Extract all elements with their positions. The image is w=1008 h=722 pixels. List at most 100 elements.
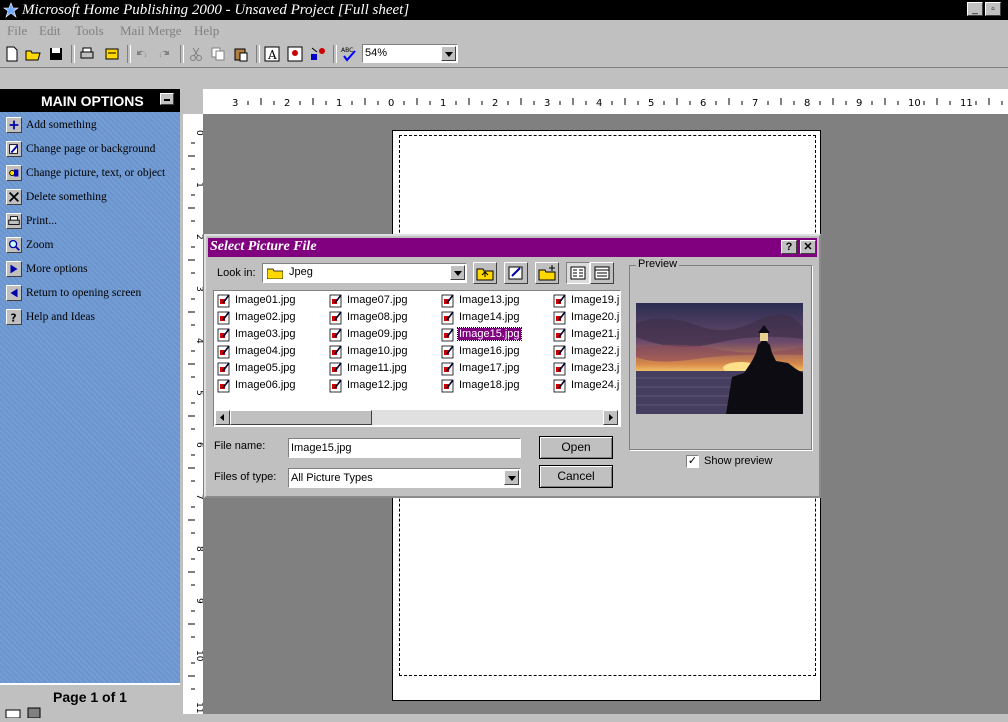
sidebar-item-change-picture[interactable]: Change picture, text, or object bbox=[6, 164, 176, 184]
jpeg-file-icon bbox=[441, 311, 454, 325]
close-button[interactable]: ✕ bbox=[800, 240, 816, 254]
preview-label: Preview bbox=[636, 258, 680, 270]
main-options-panel: MAIN OPTIONS Add something Change page o… bbox=[0, 89, 180, 722]
print-preview-icon[interactable] bbox=[103, 45, 121, 63]
ruler-label: 1 bbox=[194, 182, 203, 188]
select-picture-dialog: Select Picture File ? ✕ Look in: Jpeg Im… bbox=[204, 234, 821, 498]
scroll-right-icon[interactable] bbox=[603, 410, 618, 425]
menu-file[interactable]: File bbox=[7, 23, 27, 39]
ruler-label: 11 bbox=[960, 98, 973, 109]
sidebar-item-add-something[interactable]: Add something bbox=[6, 116, 176, 136]
ruler-label: 11 bbox=[194, 702, 203, 713]
look-in-select[interactable]: Jpeg bbox=[262, 263, 467, 283]
save-icon[interactable] bbox=[47, 45, 65, 63]
ruler-label: 3 bbox=[232, 98, 238, 109]
chevron-down-icon[interactable] bbox=[441, 46, 456, 61]
text-frame-icon[interactable]: A bbox=[263, 45, 281, 63]
sidebar-item-print[interactable]: Print... bbox=[6, 212, 176, 232]
picture-frame-icon[interactable] bbox=[286, 45, 304, 63]
delete-x-icon bbox=[6, 189, 22, 205]
menu-mail-merge[interactable]: Mail Merge bbox=[120, 23, 182, 39]
jpeg-file-icon bbox=[441, 379, 454, 393]
ruler-label: 4 bbox=[596, 98, 602, 109]
sidebar-item-label: Change picture, text, or object bbox=[26, 167, 166, 179]
file-name: Image10.jpg bbox=[347, 345, 408, 357]
file-name: Image08.jpg bbox=[347, 311, 408, 323]
menu-bar: File Edit Tools Mail Merge Help bbox=[0, 20, 1008, 41]
jpeg-file-icon bbox=[217, 311, 230, 325]
sidebar-item-delete[interactable]: Delete something bbox=[6, 188, 176, 208]
sidebar-item-help[interactable]: ? Help and Ideas bbox=[6, 308, 176, 328]
up-one-level-button[interactable] bbox=[473, 262, 497, 284]
redo-icon[interactable] bbox=[155, 45, 173, 63]
sidebar-item-more-options[interactable]: More options bbox=[6, 260, 176, 280]
chevron-down-icon[interactable] bbox=[450, 265, 465, 280]
ruler-label: 8 bbox=[194, 546, 203, 552]
sidebar-item-label: Return to opening screen bbox=[26, 287, 142, 299]
help-icon: ? bbox=[6, 309, 22, 325]
show-preview-checkbox[interactable]: ✓ bbox=[686, 455, 699, 468]
scroll-left-icon[interactable] bbox=[215, 410, 230, 425]
zoom-select[interactable]: 54% bbox=[362, 44, 458, 63]
toolbar-separator bbox=[180, 45, 184, 63]
paste-icon[interactable] bbox=[232, 45, 250, 63]
ruler-label: 5 bbox=[648, 98, 654, 109]
file-name: Image02.jpg bbox=[235, 311, 296, 323]
ruler-label: 10 bbox=[908, 98, 921, 109]
horizontal-scrollbar[interactable] bbox=[215, 410, 618, 425]
file-name: Image24.jp bbox=[571, 379, 621, 391]
window-title: Microsoft Home Publishing 2000 - Unsaved… bbox=[22, 2, 410, 18]
details-view-button[interactable] bbox=[590, 262, 614, 284]
menu-help[interactable]: Help bbox=[194, 23, 219, 39]
copy-icon[interactable] bbox=[209, 45, 227, 63]
list-view-button[interactable] bbox=[566, 262, 590, 284]
new-document-icon[interactable] bbox=[3, 45, 21, 63]
undo-icon[interactable] bbox=[133, 45, 151, 63]
cut-icon[interactable] bbox=[187, 45, 205, 63]
file-name: Image12.jpg bbox=[347, 379, 408, 391]
ruler-label: 2 bbox=[492, 98, 498, 109]
collapse-panel-button[interactable] bbox=[160, 93, 174, 105]
print-icon[interactable] bbox=[78, 45, 96, 63]
sidebar-item-label: More options bbox=[26, 263, 88, 275]
file-name: Image11.jpg bbox=[347, 362, 407, 374]
menu-tools[interactable]: Tools bbox=[75, 23, 104, 39]
list-view-icon bbox=[570, 266, 586, 280]
minimize-button[interactable]: _ bbox=[967, 2, 983, 16]
help-button[interactable]: ? bbox=[781, 240, 797, 254]
file-list[interactable]: Image01.jpg Image02.jpg Image03.jpg Image04… bbox=[213, 290, 621, 427]
sidebar-item-label: Add something bbox=[26, 119, 97, 131]
files-of-type-select[interactable]: All Picture Types bbox=[288, 468, 521, 488]
open-button[interactable]: Open bbox=[539, 436, 613, 459]
printer-icon bbox=[6, 213, 22, 229]
new-folder-button[interactable] bbox=[535, 262, 559, 284]
cancel-button[interactable]: Cancel bbox=[539, 465, 613, 488]
scrollbar-thumb[interactable] bbox=[230, 410, 372, 425]
title-bar: Microsoft Home Publishing 2000 - Unsaved… bbox=[0, 0, 1008, 20]
up-folder-icon bbox=[476, 268, 494, 281]
chevron-down-icon[interactable] bbox=[504, 470, 519, 485]
spell-check-icon[interactable]: ABC bbox=[340, 45, 358, 63]
page-nav-icon[interactable] bbox=[4, 706, 44, 718]
toolbar: A ABC 54% bbox=[0, 41, 1008, 68]
sidebar-item-return[interactable]: Return to opening screen bbox=[6, 284, 176, 304]
file-name: Image17.jpg bbox=[459, 362, 520, 374]
file-name: Image13.jpg bbox=[459, 294, 520, 306]
files-of-type-value: All Picture Types bbox=[291, 472, 373, 484]
file-name-input[interactable]: Image15.jpg bbox=[288, 438, 521, 458]
page-indicator-text: Page 1 of 1 bbox=[53, 689, 127, 705]
ruler-label: 0 bbox=[194, 130, 203, 136]
ruler-label: 2 bbox=[194, 234, 203, 240]
arrow-right-icon bbox=[6, 261, 22, 277]
file-name: Image04.jpg bbox=[235, 345, 296, 357]
web-folder-button[interactable] bbox=[504, 262, 528, 284]
jpeg-file-icon bbox=[329, 294, 342, 308]
shapes-icon[interactable] bbox=[309, 45, 327, 63]
open-folder-icon[interactable] bbox=[24, 45, 42, 63]
file-name: Image20.jp bbox=[571, 311, 621, 323]
menu-edit[interactable]: Edit bbox=[39, 23, 61, 39]
sidebar-item-zoom[interactable]: Zoom bbox=[6, 236, 176, 256]
restore-button[interactable]: ▫ bbox=[985, 2, 1001, 16]
jpeg-file-icon bbox=[329, 379, 342, 393]
sidebar-item-change-page[interactable]: Change page or background bbox=[6, 140, 176, 160]
